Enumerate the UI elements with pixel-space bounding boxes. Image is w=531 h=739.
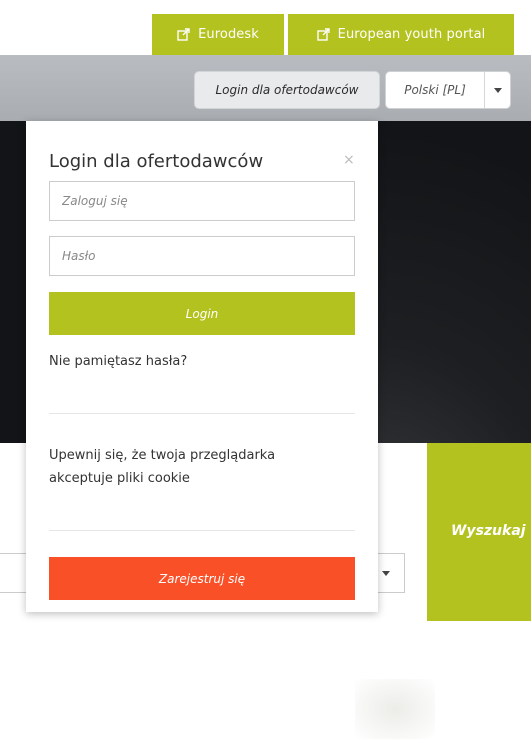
- cookie-notice: Upewnij się, że twoja przeglądarka akcep…: [49, 448, 276, 486]
- hero-background-glow: [355, 679, 435, 739]
- language-select[interactable]: Polski [PL]: [385, 71, 511, 109]
- language-dropdown-toggle[interactable]: [485, 72, 511, 108]
- forgot-password-link[interactable]: Nie pamiętasz hasła?: [49, 354, 187, 369]
- login-button[interactable]: Login: [49, 292, 355, 335]
- search-button[interactable]: Wyszukaj: [427, 443, 531, 621]
- provider-login-button[interactable]: Login dla ofertodawców: [194, 71, 380, 109]
- european-youth-portal-link[interactable]: European youth portal: [288, 14, 514, 55]
- username-input[interactable]: [49, 181, 355, 221]
- login-panel-title: Login dla ofertodawców: [49, 151, 264, 172]
- register-button-label: Zarejestruj się: [158, 571, 246, 586]
- login-button-label: Login: [185, 306, 219, 321]
- provider-login-label: Login dla ofertodawców: [215, 83, 359, 97]
- password-input[interactable]: [49, 236, 355, 276]
- external-link-icon: [177, 28, 190, 41]
- european-youth-portal-link-label: European youth portal: [337, 27, 486, 42]
- register-button[interactable]: Zarejestruj się: [49, 557, 355, 600]
- divider: [49, 413, 355, 414]
- eurodesk-link-label: Eurodesk: [198, 27, 259, 42]
- divider: [49, 530, 355, 531]
- login-panel: Login dla ofertodawców × Login Nie pamię…: [26, 121, 378, 612]
- external-link-icon: [316, 28, 330, 41]
- language-selected: Polski [PL]: [404, 83, 466, 97]
- search-button-label: Wyszukaj: [451, 523, 526, 539]
- close-icon[interactable]: ×: [343, 152, 355, 168]
- chevron-down-icon: [494, 87, 502, 93]
- chevron-down-icon: [382, 571, 390, 576]
- eurodesk-link[interactable]: Eurodesk: [152, 14, 284, 55]
